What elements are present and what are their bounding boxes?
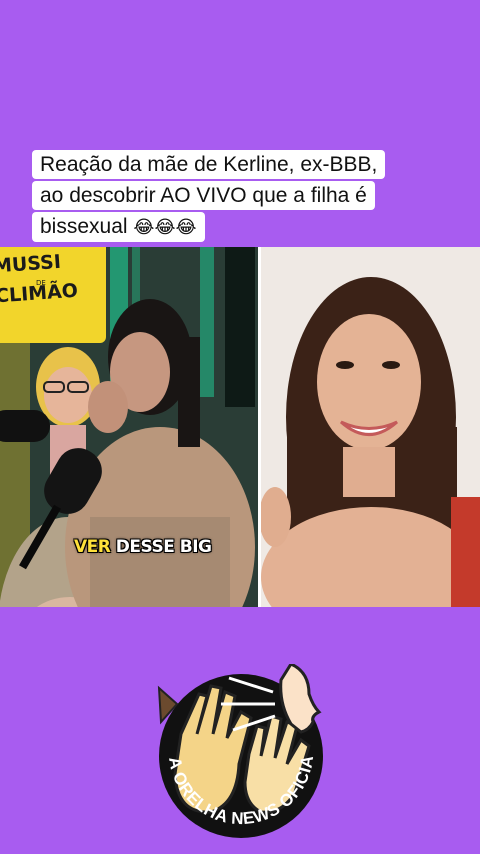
caption-line-1: Reação da mãe de Kerline, ex-BBB, bbox=[32, 150, 386, 179]
podcast-sign: MUSSI CLIMÃO DE bbox=[0, 247, 106, 343]
portrait-illustration bbox=[261, 247, 480, 607]
caption-line-3: bissexual 😂😂😂 bbox=[32, 212, 205, 242]
svg-text:NA ORELHA NEWS OFICIAL: NA ORELHA NEWS OFICIAL bbox=[141, 664, 317, 828]
video-subtitle: VER DESSE BIG bbox=[74, 537, 212, 557]
video-player[interactable]: MUSSI CLIMÃO DE VER DESSE BIG bbox=[0, 247, 480, 607]
laughing-emoji-icons: 😂😂😂 bbox=[133, 217, 197, 237]
video-left-panel: MUSSI CLIMÃO DE VER DESSE BIG bbox=[0, 247, 258, 607]
subtitle-text: DESSE BIG bbox=[115, 537, 212, 557]
logo-text-ring: NA ORELHA NEWS OFICIAL bbox=[141, 664, 317, 828]
caption-line-3-text: bissexual bbox=[40, 215, 128, 238]
podcast-sign-line-2: CLIMÃO bbox=[0, 279, 79, 308]
logo-text: NA ORELHA NEWS OFICIAL bbox=[141, 664, 317, 828]
podcast-sign-small: DE bbox=[36, 279, 46, 287]
subtitle-highlight-word: VER bbox=[74, 537, 111, 557]
channel-logo: NA ORELHA NEWS OFICIAL bbox=[141, 662, 341, 840]
caption-line-2: ao descobrir AO VIVO que a filha é bbox=[32, 181, 375, 210]
video-right-panel bbox=[261, 247, 480, 607]
